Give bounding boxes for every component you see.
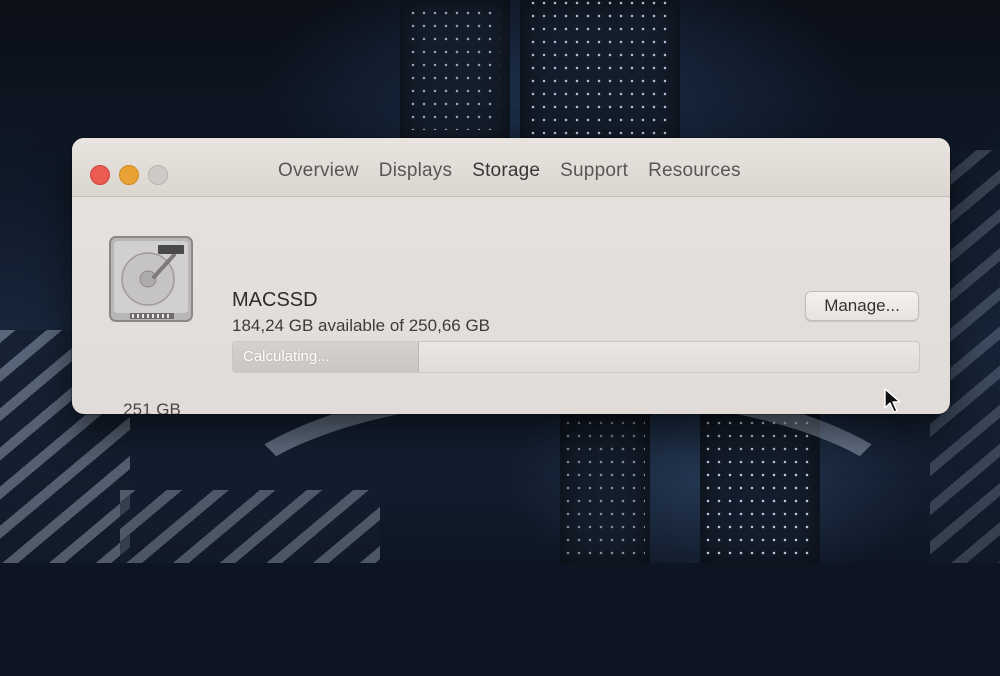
tab-storage[interactable]: Storage xyxy=(462,156,550,186)
window-titlebar: Overview Displays Storage Support Resour… xyxy=(72,138,950,197)
about-this-mac-window: Overview Displays Storage Support Resour… xyxy=(72,138,950,414)
storage-usage-bar: Calculating... xyxy=(232,341,920,373)
wallpaper-building-lights xyxy=(410,10,500,130)
manage-button[interactable]: Manage... xyxy=(805,291,919,321)
window-controls xyxy=(90,165,168,185)
tab-support[interactable]: Support xyxy=(550,156,638,186)
usage-calculating-segment: Calculating... xyxy=(233,342,420,372)
volume-name: MACSSD xyxy=(232,289,318,311)
wallpaper-road-stripes xyxy=(120,490,380,563)
zoom-icon[interactable] xyxy=(148,165,168,185)
tab-bar: Overview Displays Storage Support Resour… xyxy=(268,156,751,186)
wallpaper-building-lights xyxy=(530,0,670,140)
tab-overview[interactable]: Overview xyxy=(268,156,369,186)
close-icon[interactable] xyxy=(90,165,110,185)
usage-status-label: Calculating... xyxy=(243,348,330,365)
mouse-pointer-icon xyxy=(884,388,901,413)
disk-caption: 251 GB Flash Storage xyxy=(88,399,216,414)
storage-pane: 251 GB Flash Storage MACSSD 184,24 GB av… xyxy=(72,197,950,414)
tab-resources[interactable]: Resources xyxy=(638,156,751,186)
tab-displays[interactable]: Displays xyxy=(369,156,462,186)
minimize-icon[interactable] xyxy=(119,165,139,185)
hard-drive-icon xyxy=(109,236,193,322)
volume-availability: 184,24 GB available of 250,66 GB xyxy=(232,316,491,335)
disk-capacity: 251 GB xyxy=(123,400,181,414)
